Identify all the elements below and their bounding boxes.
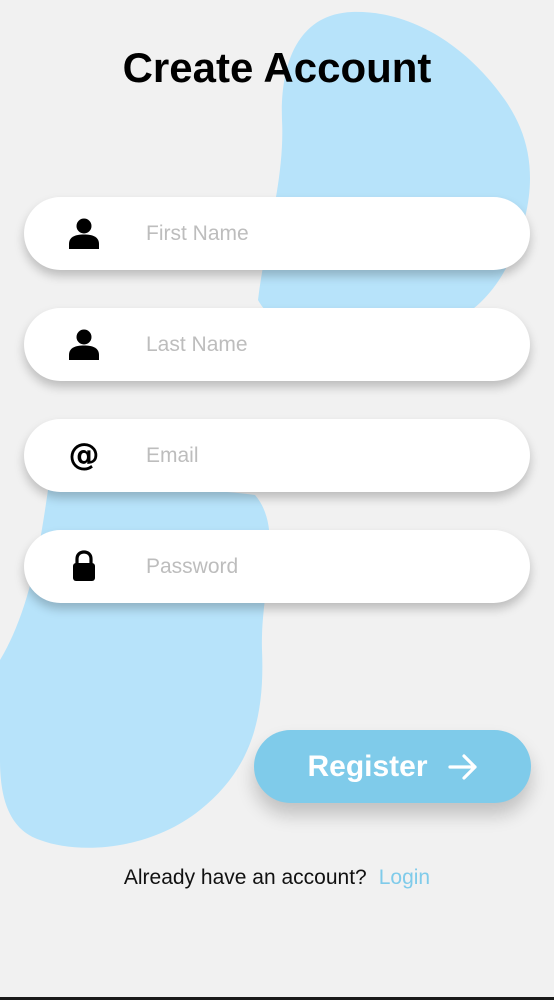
register-button[interactable]: Register bbox=[254, 730, 531, 803]
login-prompt: Already have an account? Login bbox=[0, 866, 554, 890]
last-name-field[interactable] bbox=[24, 308, 530, 381]
background-blob-bottom bbox=[0, 487, 270, 848]
password-field[interactable] bbox=[24, 530, 530, 603]
page-title: Create Account bbox=[122, 44, 432, 91]
last-name-input[interactable] bbox=[146, 308, 506, 381]
register-label: Register bbox=[307, 749, 428, 783]
password-input[interactable] bbox=[146, 530, 506, 603]
email-field[interactable]: @ bbox=[24, 419, 530, 492]
at-sign-icon: @ bbox=[68, 437, 100, 473]
person-icon bbox=[66, 326, 102, 362]
login-prompt-text: Already have an account? bbox=[123, 866, 367, 889]
first-name-field[interactable] bbox=[24, 197, 530, 270]
lock-icon bbox=[66, 548, 102, 584]
person-icon bbox=[66, 215, 102, 251]
login-link[interactable]: Login bbox=[379, 866, 430, 889]
first-name-input[interactable] bbox=[146, 197, 506, 270]
arrow-right-icon bbox=[447, 753, 478, 780]
email-input[interactable] bbox=[146, 419, 506, 492]
